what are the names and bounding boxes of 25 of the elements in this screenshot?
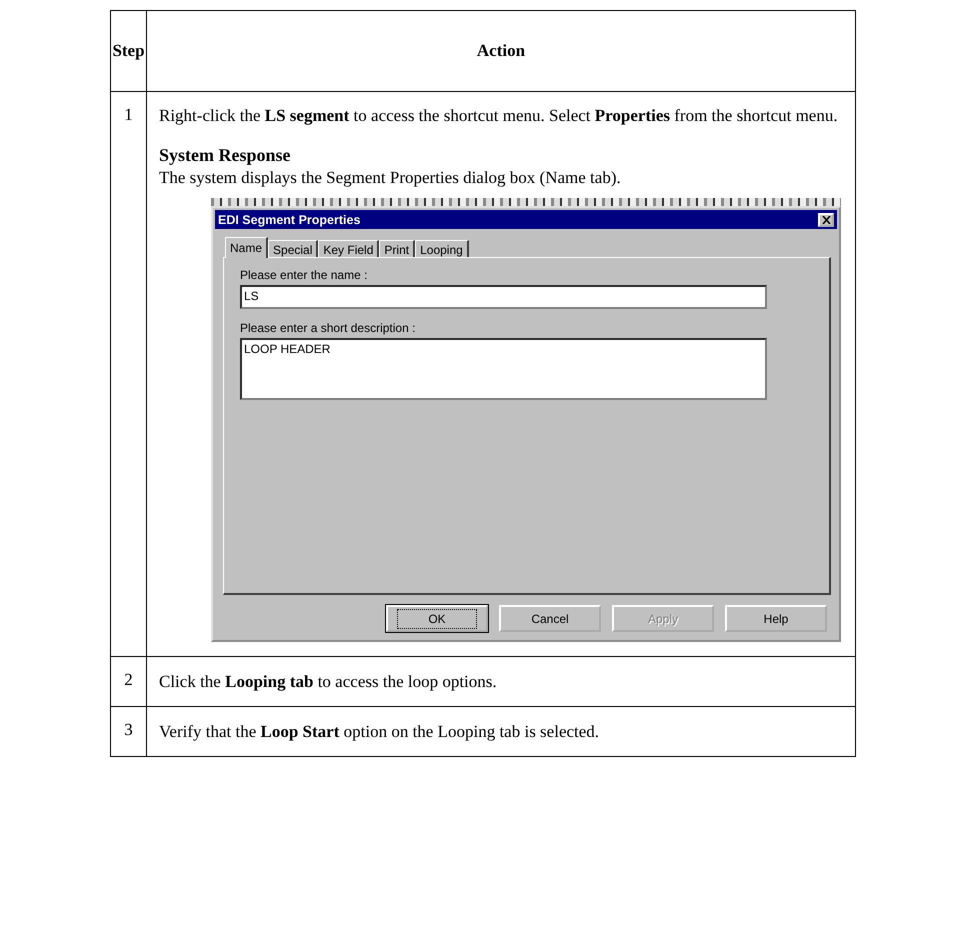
dialog-title: EDI Segment Properties xyxy=(218,212,360,226)
tab[interactable]: Special xyxy=(268,240,318,257)
column-header: Action xyxy=(476,41,526,60)
field-label: Please enter the name : xyxy=(240,268,368,282)
column-header: Step xyxy=(112,40,145,60)
tab[interactable]: Print xyxy=(379,240,416,257)
response-text: The system displays the Segment Properties dialog box (Name tab). xyxy=(159,168,622,188)
step-number: 3 xyxy=(124,720,133,739)
tab[interactable]: Name xyxy=(225,237,268,258)
step-number: 1 xyxy=(124,105,133,124)
close-icon xyxy=(822,216,830,224)
response-heading: System Response xyxy=(159,145,292,166)
step-number: 2 xyxy=(124,670,133,689)
dialog-button[interactable]: Cancel xyxy=(499,605,601,632)
dialog-button[interactable]: OK xyxy=(386,605,488,632)
instruction-text: Click the Looping tab to access the loop options. xyxy=(159,671,498,693)
instruction-text: Right-click the LS segment to access the shortcut menu. Select Properties from the shortcut menu. xyxy=(159,105,839,127)
description-field[interactable]: LOOP HEADER xyxy=(240,338,767,400)
field-label: Please enter a short description : xyxy=(240,321,416,335)
tab[interactable]: Key Field xyxy=(318,240,380,257)
instruction-text: Verify that the Loop Start option on the Looping tab is selected. xyxy=(159,721,600,743)
dialog-button[interactable]: Help xyxy=(725,605,827,632)
name-field[interactable]: LS xyxy=(240,285,767,309)
tab[interactable]: Looping xyxy=(415,240,469,257)
close-button[interactable] xyxy=(818,212,834,226)
